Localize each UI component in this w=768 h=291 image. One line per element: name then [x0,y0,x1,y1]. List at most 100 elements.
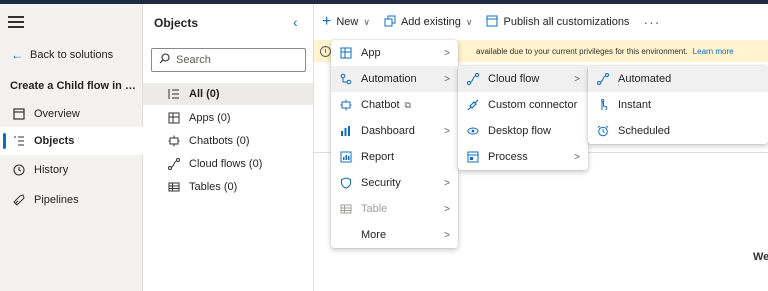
external-link-icon: ⧉ [404,99,411,110]
nav-item-overview[interactable]: Overview [0,100,143,128]
menu-item-automated[interactable]: Automated [588,66,768,92]
new-button[interactable]: + New ∨ [322,14,370,30]
automation-submenu: Cloud flow > Custom connector Desktop fl… [458,66,588,170]
info-message: available due to your current privileges… [476,46,688,56]
menu-item-label: Report [361,151,395,163]
publish-icon [486,15,498,30]
menu-item-label: Security [361,177,401,189]
dashboard-icon [339,124,353,138]
more-commands-icon[interactable]: ··· [643,14,660,30]
report-icon [339,150,353,164]
menu-item-report[interactable]: Report [331,144,458,170]
cloud-flow-submenu: Automated Instant Scheduled [588,66,768,144]
add-existing-icon [384,15,396,30]
menu-item-label: Scheduled [618,125,670,137]
back-to-solutions-link[interactable]: ← Back to solutions [10,48,113,62]
objects-icon [12,134,26,148]
main-partial-text: We [753,251,768,263]
menu-item-cloud-flow[interactable]: Cloud flow > [458,66,588,92]
chevron-down-icon: ∨ [465,16,473,27]
objects-item-chatbots[interactable]: Chatbots (0) [143,130,313,152]
menu-item-chatbot[interactable]: Chatbot ⧉ [331,92,458,118]
menu-item-scheduled[interactable]: Scheduled [588,118,768,144]
menu-item-custom-connector[interactable]: Custom connector [458,92,588,118]
chevron-right-icon: > [444,177,450,189]
menu-item-instant[interactable]: Instant [588,92,768,118]
all-list-icon [167,87,181,101]
objects-title: Objects [154,16,199,30]
solution-name: Create a Child flow in Pa... [10,80,140,92]
objects-item-label: Tables (0) [189,181,238,193]
objects-item-apps[interactable]: Apps (0) [143,107,313,129]
publish-all-button[interactable]: Publish all customizations [486,15,629,30]
add-existing-button[interactable]: Add existing ∨ [384,15,473,30]
menu-item-table: Table > [331,196,458,222]
new-menu: App > Automation > Chatbot ⧉ Dashboard >… [331,40,458,248]
nav-item-label: Pipelines [34,194,79,206]
menu-item-label: Instant [618,99,652,111]
chevron-right-icon: > [444,73,450,85]
menu-item-label: Table [361,203,388,215]
menu-item-label: Automation [361,73,417,85]
pipelines-icon [12,193,26,207]
chevron-right-icon: > [444,229,450,241]
menu-item-label: Process [488,151,528,163]
chevron-right-icon: > [444,125,450,137]
objects-item-cloud-flows[interactable]: Cloud flows (0) [143,153,313,175]
menu-item-desktop-flow[interactable]: Desktop flow [458,118,588,144]
menu-item-more[interactable]: More > [331,222,458,248]
history-icon [12,163,26,177]
back-label: Back to solutions [30,49,114,61]
menu-item-app[interactable]: App > [331,40,458,66]
menu-item-label: More [361,229,387,241]
search-icon [159,53,170,67]
nav-item-pipelines[interactable]: Pipelines [0,186,143,214]
overview-icon [12,107,26,121]
back-arrow-icon: ← [11,48,23,62]
nav-item-label: Overview [34,108,80,120]
menu-item-automation[interactable]: Automation > [331,66,458,92]
custom-connector-icon [466,98,480,112]
objects-item-label: Chatbots (0) [189,135,250,147]
new-label: New [336,16,359,28]
objects-item-label: Apps (0) [189,112,231,124]
publish-label: Publish all customizations [503,16,630,28]
objects-item-all[interactable]: All (0) [143,83,313,105]
info-icon: i [320,45,331,57]
nav-item-objects[interactable]: Objects [0,127,143,155]
table-icon [339,202,353,216]
automated-flow-icon [596,72,610,86]
menu-item-dashboard[interactable]: Dashboard > [331,118,458,144]
chevron-right-icon: > [574,73,580,85]
collapse-chevron-icon[interactable]: ‹ [293,14,298,30]
apps-icon [167,111,181,125]
hamburger-menu-icon[interactable] [8,16,24,28]
nav-item-history[interactable]: History [0,156,143,184]
chatbot-icon [339,98,353,112]
objects-pane: Objects ‹ All (0) Apps (0) Chatbots (0) … [143,4,314,291]
cloud-flow-icon [167,157,181,171]
menu-item-process[interactable]: Process > [458,144,588,170]
scheduled-flow-icon [596,124,610,138]
cloud-flow-icon [466,72,480,86]
menu-item-label: Desktop flow [488,125,551,137]
app-icon [339,46,353,60]
learn-more-link[interactable]: Learn more [693,47,734,56]
desktop-flow-icon [466,124,480,138]
left-navigation: ← Back to solutions Create a Child flow … [0,4,143,291]
menu-item-security[interactable]: Security > [331,170,458,196]
automation-icon [339,72,353,86]
plus-icon: + [322,13,332,30]
search-input[interactable] [176,54,296,66]
instant-flow-icon [596,98,610,112]
menu-item-label: Cloud flow [488,73,540,85]
process-icon [466,150,480,164]
objects-item-label: Cloud flows (0) [189,158,263,170]
objects-item-tables[interactable]: Tables (0) [143,176,313,198]
menu-item-label: Dashboard [361,125,415,137]
command-bar: + New ∨ Add existing ∨ Publish all custo… [314,4,768,40]
table-icon [167,180,181,194]
menu-item-label: Automated [618,73,672,85]
objects-search-box[interactable] [151,48,306,72]
menu-item-label: Custom connector [488,99,578,111]
